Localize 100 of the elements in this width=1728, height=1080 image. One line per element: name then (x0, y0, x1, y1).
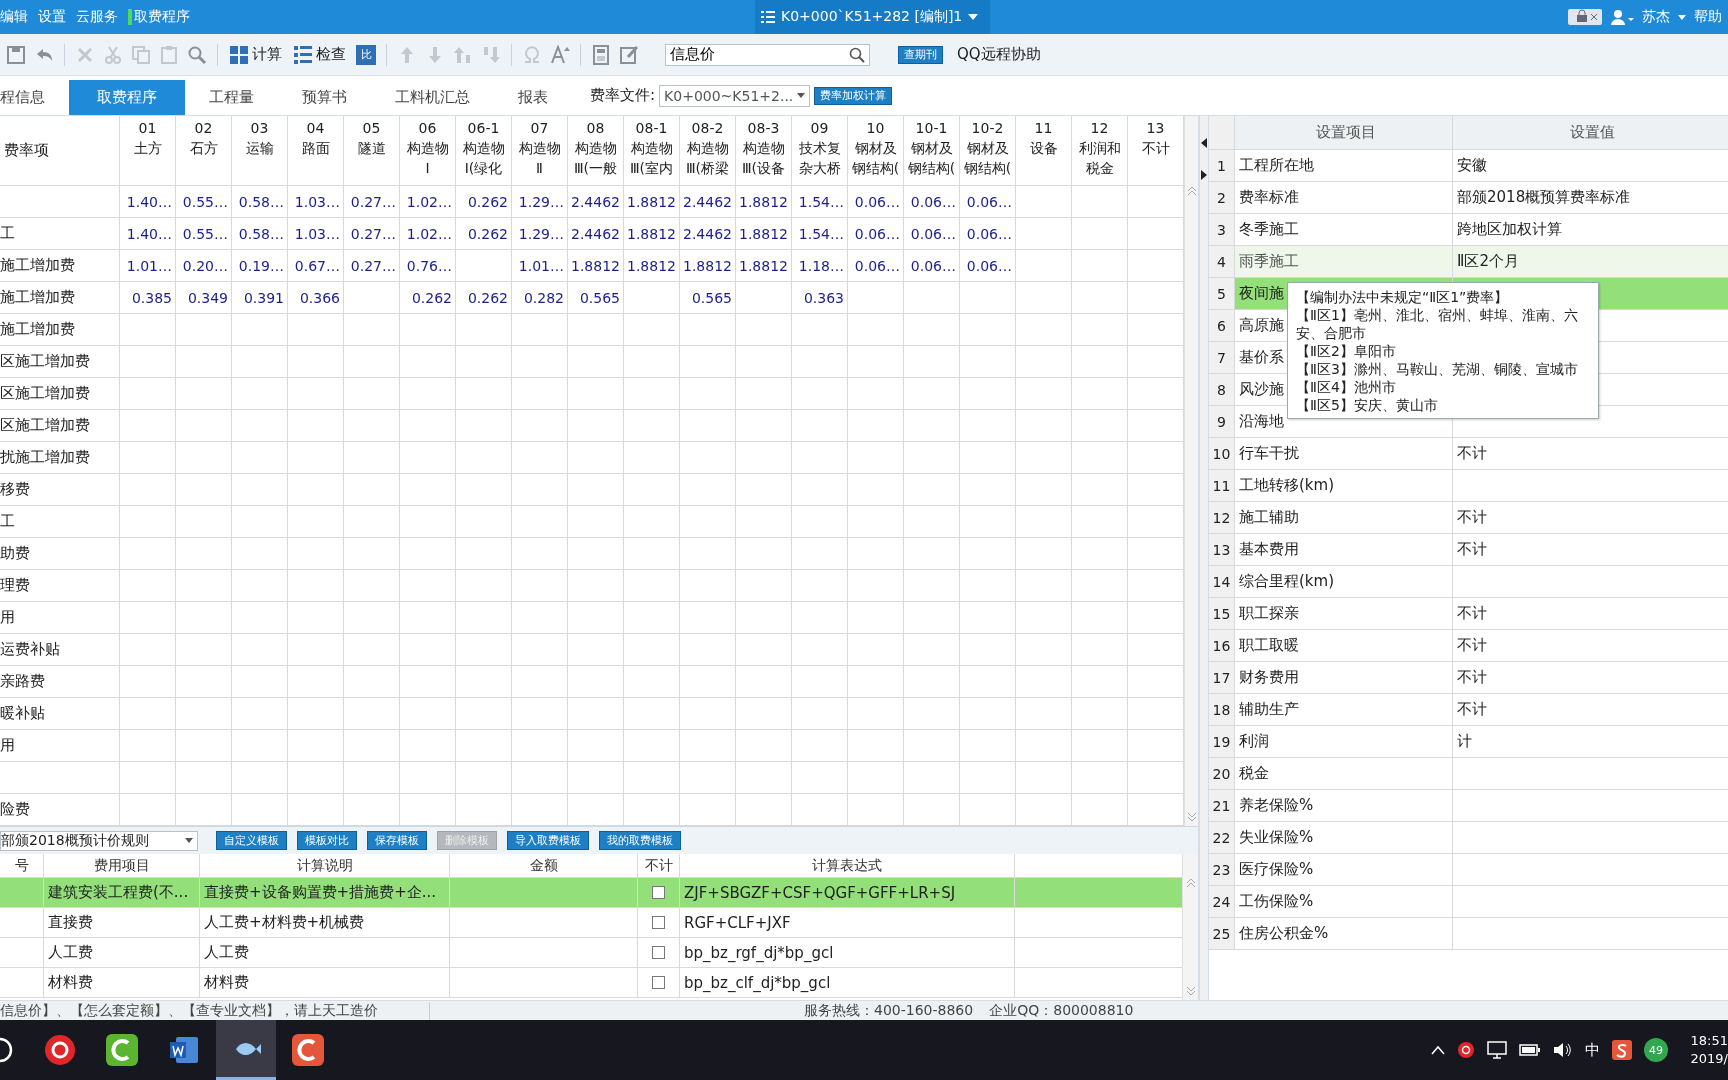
table-cell: 住房公积金% (1235, 918, 1453, 949)
user-icon[interactable] (1610, 9, 1634, 25)
table-cell: 0.06… (904, 186, 960, 217)
template-button[interactable]: 导入取费模板 (507, 831, 589, 850)
table-row[interactable]: 4 雨季施工 Ⅱ区2个月 (1209, 246, 1728, 278)
input-app-icon[interactable] (1612, 1040, 1632, 1060)
table-row[interactable]: 15 职工探亲 不计 (1209, 598, 1728, 630)
tab[interactable]: 报表 (494, 80, 572, 115)
font-size-icon[interactable] (550, 44, 570, 65)
clock-time[interactable]: 18:51 (1690, 1032, 1728, 1050)
column-header: 11 设备 (1016, 116, 1072, 185)
table-cell: 1.8812 (624, 186, 680, 217)
table-row[interactable]: 2 费率标准 部颁2018概预算费率标准 (1209, 182, 1728, 214)
template-button[interactable]: 模板对比 (297, 831, 357, 850)
table-row[interactable]: 19 利润 计 (1209, 726, 1728, 758)
table-row[interactable]: 21 养老保险% (1209, 790, 1728, 822)
help-menu[interactable]: 帮助 (1694, 8, 1722, 26)
table-cell: 行车干扰 (1235, 438, 1453, 469)
table-cell: 0.06… (960, 250, 1016, 281)
music-tray-icon[interactable] (1457, 1041, 1475, 1059)
tab[interactable]: 程信息 (0, 80, 69, 115)
row-number: 7 (1209, 342, 1235, 373)
table-cell-text: 不计 (1456, 539, 1488, 560)
document-tab[interactable]: K0+000`K51+282 [编制]1 (755, 0, 991, 34)
search-field[interactable]: 信息价 (665, 43, 870, 66)
checkbox[interactable] (652, 976, 665, 989)
input-method-indicator[interactable]: 中 (1585, 1040, 1600, 1060)
menu-item[interactable]: 设置 (38, 8, 66, 26)
clock-date[interactable]: 2019/ (1690, 1050, 1728, 1068)
row-label: 用 (0, 730, 120, 761)
table-row[interactable]: 材料费 材料费 bp_bz_clf_dj*bp_gcl (0, 968, 1183, 998)
tab[interactable]: 工料机汇总 (371, 80, 494, 115)
chevron-up-icon[interactable] (1431, 1045, 1445, 1055)
check-button[interactable]: 检查 (292, 45, 348, 64)
table-row[interactable]: 建筑安装工程费(不... 直接费+设备购置费+措施费+企... ZJF+SBGZF+CSF+QGF+GFF+LR+SJ (0, 878, 1183, 908)
scroll-bar[interactable] (1184, 116, 1198, 826)
recorder-app-icon[interactable] (106, 1034, 138, 1066)
table-row[interactable]: 14 综合里程(km) (1209, 566, 1728, 598)
rule-dropdown[interactable]: 部颁2018概预计价规则 (0, 830, 198, 851)
checkbox[interactable] (652, 886, 665, 899)
speaker-icon[interactable] (1553, 1042, 1573, 1058)
tab[interactable]: 预算书 (278, 80, 371, 115)
scroll-down-icon (1186, 812, 1197, 822)
music-app-icon[interactable] (44, 1034, 76, 1066)
table-cell: 医疗保险% (1235, 854, 1453, 885)
table-row[interactable]: 24 工伤保险% (1209, 886, 1728, 918)
fee-file-label: 费率文件: (590, 85, 656, 106)
qq-text: 企业QQ：800008810 (989, 1001, 1134, 1020)
row-label: 助费 (0, 538, 120, 569)
menu-item[interactable]: 云服务 (76, 8, 118, 26)
monitor-icon[interactable] (1487, 1041, 1507, 1059)
journal-button[interactable]: 查期刊 (898, 45, 943, 64)
table-row[interactable]: 18 辅助生产 不计 (1209, 694, 1728, 726)
template-button[interactable]: 自定义模板 (216, 831, 287, 850)
table-row[interactable]: 人工费 人工费 bp_bz_rgf_dj*bp_gcl (0, 938, 1183, 968)
calculate-button[interactable]: 计算 (228, 45, 284, 64)
edit-icon[interactable] (619, 44, 639, 65)
table-row[interactable]: 16 职工取暖 不计 (1209, 630, 1728, 662)
table-cell: 工伤保险% (1235, 886, 1453, 917)
user-name[interactable]: 苏杰 (1642, 8, 1670, 26)
table-cell: 0.76… (400, 250, 456, 281)
table-row[interactable]: 直接费 人工费+材料费+机械费 RGF+CLF+JXF (0, 908, 1183, 938)
tab[interactable]: 工程量 (185, 80, 278, 115)
template-button[interactable]: 我的取费模板 (599, 831, 681, 850)
remote-assist-link[interactable]: QQ远程协助 (957, 45, 1041, 64)
table-row[interactable]: 22 失业保险% (1209, 822, 1728, 854)
collapse-left-icon[interactable] (1201, 138, 1207, 148)
lock-icon[interactable] (1568, 9, 1602, 25)
weighted-calc-button[interactable]: 费率加权计算 (814, 86, 893, 105)
row-label: 险费 (0, 794, 120, 825)
tab[interactable]: 取费程序 (69, 80, 185, 115)
menu-item[interactable]: 编辑 (0, 8, 28, 26)
table-row[interactable]: 1 工程所在地 安徽 (1209, 150, 1728, 182)
row-number: 8 (1209, 374, 1235, 405)
search-icon (849, 46, 865, 63)
document-app-icon[interactable] (168, 1034, 200, 1066)
template-button[interactable]: 保存模板 (367, 831, 427, 850)
table-row[interactable]: 11 工地转移(km) (1209, 470, 1728, 502)
table-row[interactable]: 13 基本费用 不计 (1209, 534, 1728, 566)
battery-icon[interactable] (1519, 1043, 1541, 1057)
compare-button[interactable]: 比 (356, 44, 376, 65)
save-icon[interactable] (6, 44, 26, 65)
table-row[interactable]: 17 财务费用 不计 (1209, 662, 1728, 694)
caret-icon (797, 93, 806, 98)
checkbox[interactable] (652, 946, 665, 959)
row-label: 理费 (0, 570, 120, 601)
search-icon[interactable] (187, 44, 207, 65)
table-row[interactable]: 25 住房公积金% (1209, 918, 1728, 950)
table-row[interactable]: 23 医疗保险% (1209, 854, 1728, 886)
table-row[interactable]: 10 行车干扰 不计 (1209, 438, 1728, 470)
table-row[interactable]: 12 施工辅助 不计 (1209, 502, 1728, 534)
checkbox[interactable] (652, 916, 665, 929)
column-header: 01 土方 (120, 116, 176, 185)
scroll-bar[interactable] (1182, 854, 1198, 1000)
menu-item[interactable]: 取费程序 (134, 8, 190, 26)
presentation-app-icon[interactable] (292, 1034, 324, 1066)
fee-file-dropdown[interactable]: K0+000~K51+2... (659, 84, 811, 107)
ring-icon[interactable] (0, 1037, 14, 1063)
table-row[interactable]: 20 税金 (1209, 758, 1728, 790)
calculator-icon[interactable] (591, 44, 611, 65)
